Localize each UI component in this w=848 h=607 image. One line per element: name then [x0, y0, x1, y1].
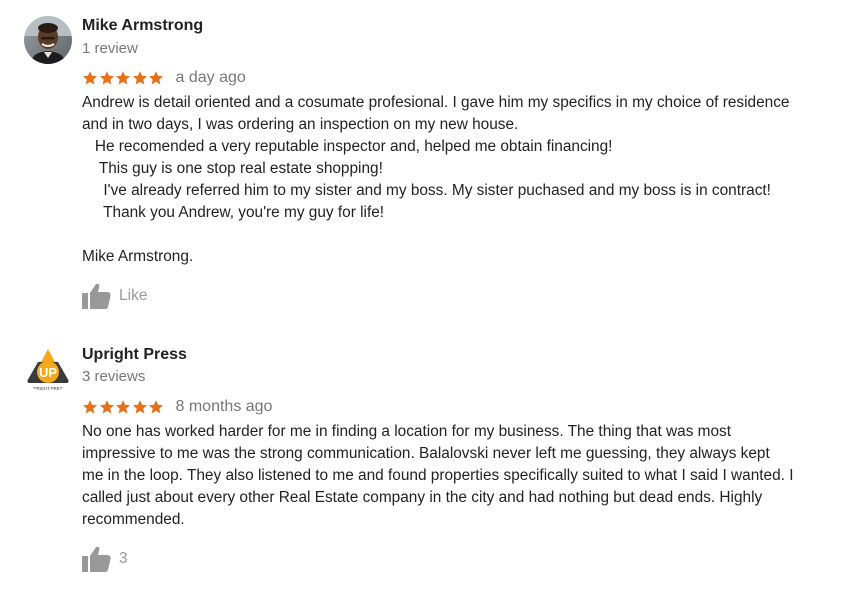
review-text-line: This guy is one stop real estate shoppin… [82, 160, 383, 177]
star-icon [99, 71, 114, 85]
star-icon [149, 400, 163, 414]
thumbs-up-icon [82, 546, 111, 572]
upright-press-logo-icon: UP UPRIGHT PRESS [24, 345, 72, 393]
star-rating [82, 70, 165, 86]
review-text-line [82, 224, 842, 246]
reviewer-review-count[interactable]: 1 review [82, 40, 138, 57]
like-button[interactable]: 3 [82, 546, 128, 572]
like-button[interactable]: Like [82, 283, 147, 309]
review-text-line: No one has worked harder for me in findi… [82, 423, 732, 440]
person-photo-avatar-icon [24, 16, 72, 64]
review-time: 8 months ago [175, 398, 273, 415]
review-text-line: I've already referred him to my sister a… [82, 182, 771, 199]
review-time: a day ago [175, 69, 246, 86]
reviewer-avatar[interactable] [24, 16, 72, 64]
star-rating [82, 399, 165, 415]
star-icon [149, 71, 163, 85]
review-text-line: called just about every other Real Estat… [82, 489, 763, 506]
star-icon [132, 71, 147, 85]
reviewer-avatar[interactable]: UP UPRIGHT PRESS [24, 345, 72, 393]
review-text-line: Mike Armstrong. [82, 248, 194, 265]
review-text-line: Thank you Andrew, you're my guy for life… [82, 204, 385, 221]
logo-letters: UP [39, 365, 57, 380]
review-text-line: me in the loop. They also listened to me… [82, 467, 794, 484]
review-text-line: and in two days, I was ordering an inspe… [82, 116, 519, 133]
rating-row: a day ago [82, 67, 246, 89]
thumbs-up-icon [82, 283, 111, 309]
review-text: Andrew is detail oriented and a cosumate… [82, 92, 842, 268]
star-icon [116, 71, 130, 85]
star-icon [99, 400, 114, 414]
reviewer-review-count[interactable]: 3 reviews [82, 368, 145, 385]
review-text-line: Andrew is detail oriented and a cosumate… [82, 94, 790, 111]
rating-row: 8 months ago [82, 396, 272, 418]
review-text-line: recommended. [82, 511, 185, 528]
review-text-line: impressive to me was the strong communic… [82, 445, 770, 462]
review-text: No one has worked harder for me in findi… [82, 421, 842, 531]
reviewer-name[interactable]: Mike Armstrong [82, 17, 203, 35]
star-icon [83, 400, 97, 414]
like-label: Like [119, 287, 148, 304]
star-icon [116, 400, 130, 414]
star-icon [83, 71, 97, 85]
review-text-line: He recomended a very reputable inspector… [82, 138, 613, 155]
reviewer-name[interactable]: Upright Press [82, 346, 187, 364]
like-count: 3 [119, 550, 128, 567]
logo-caption: UPRIGHT PRESS [31, 386, 65, 391]
star-icon [132, 400, 147, 414]
